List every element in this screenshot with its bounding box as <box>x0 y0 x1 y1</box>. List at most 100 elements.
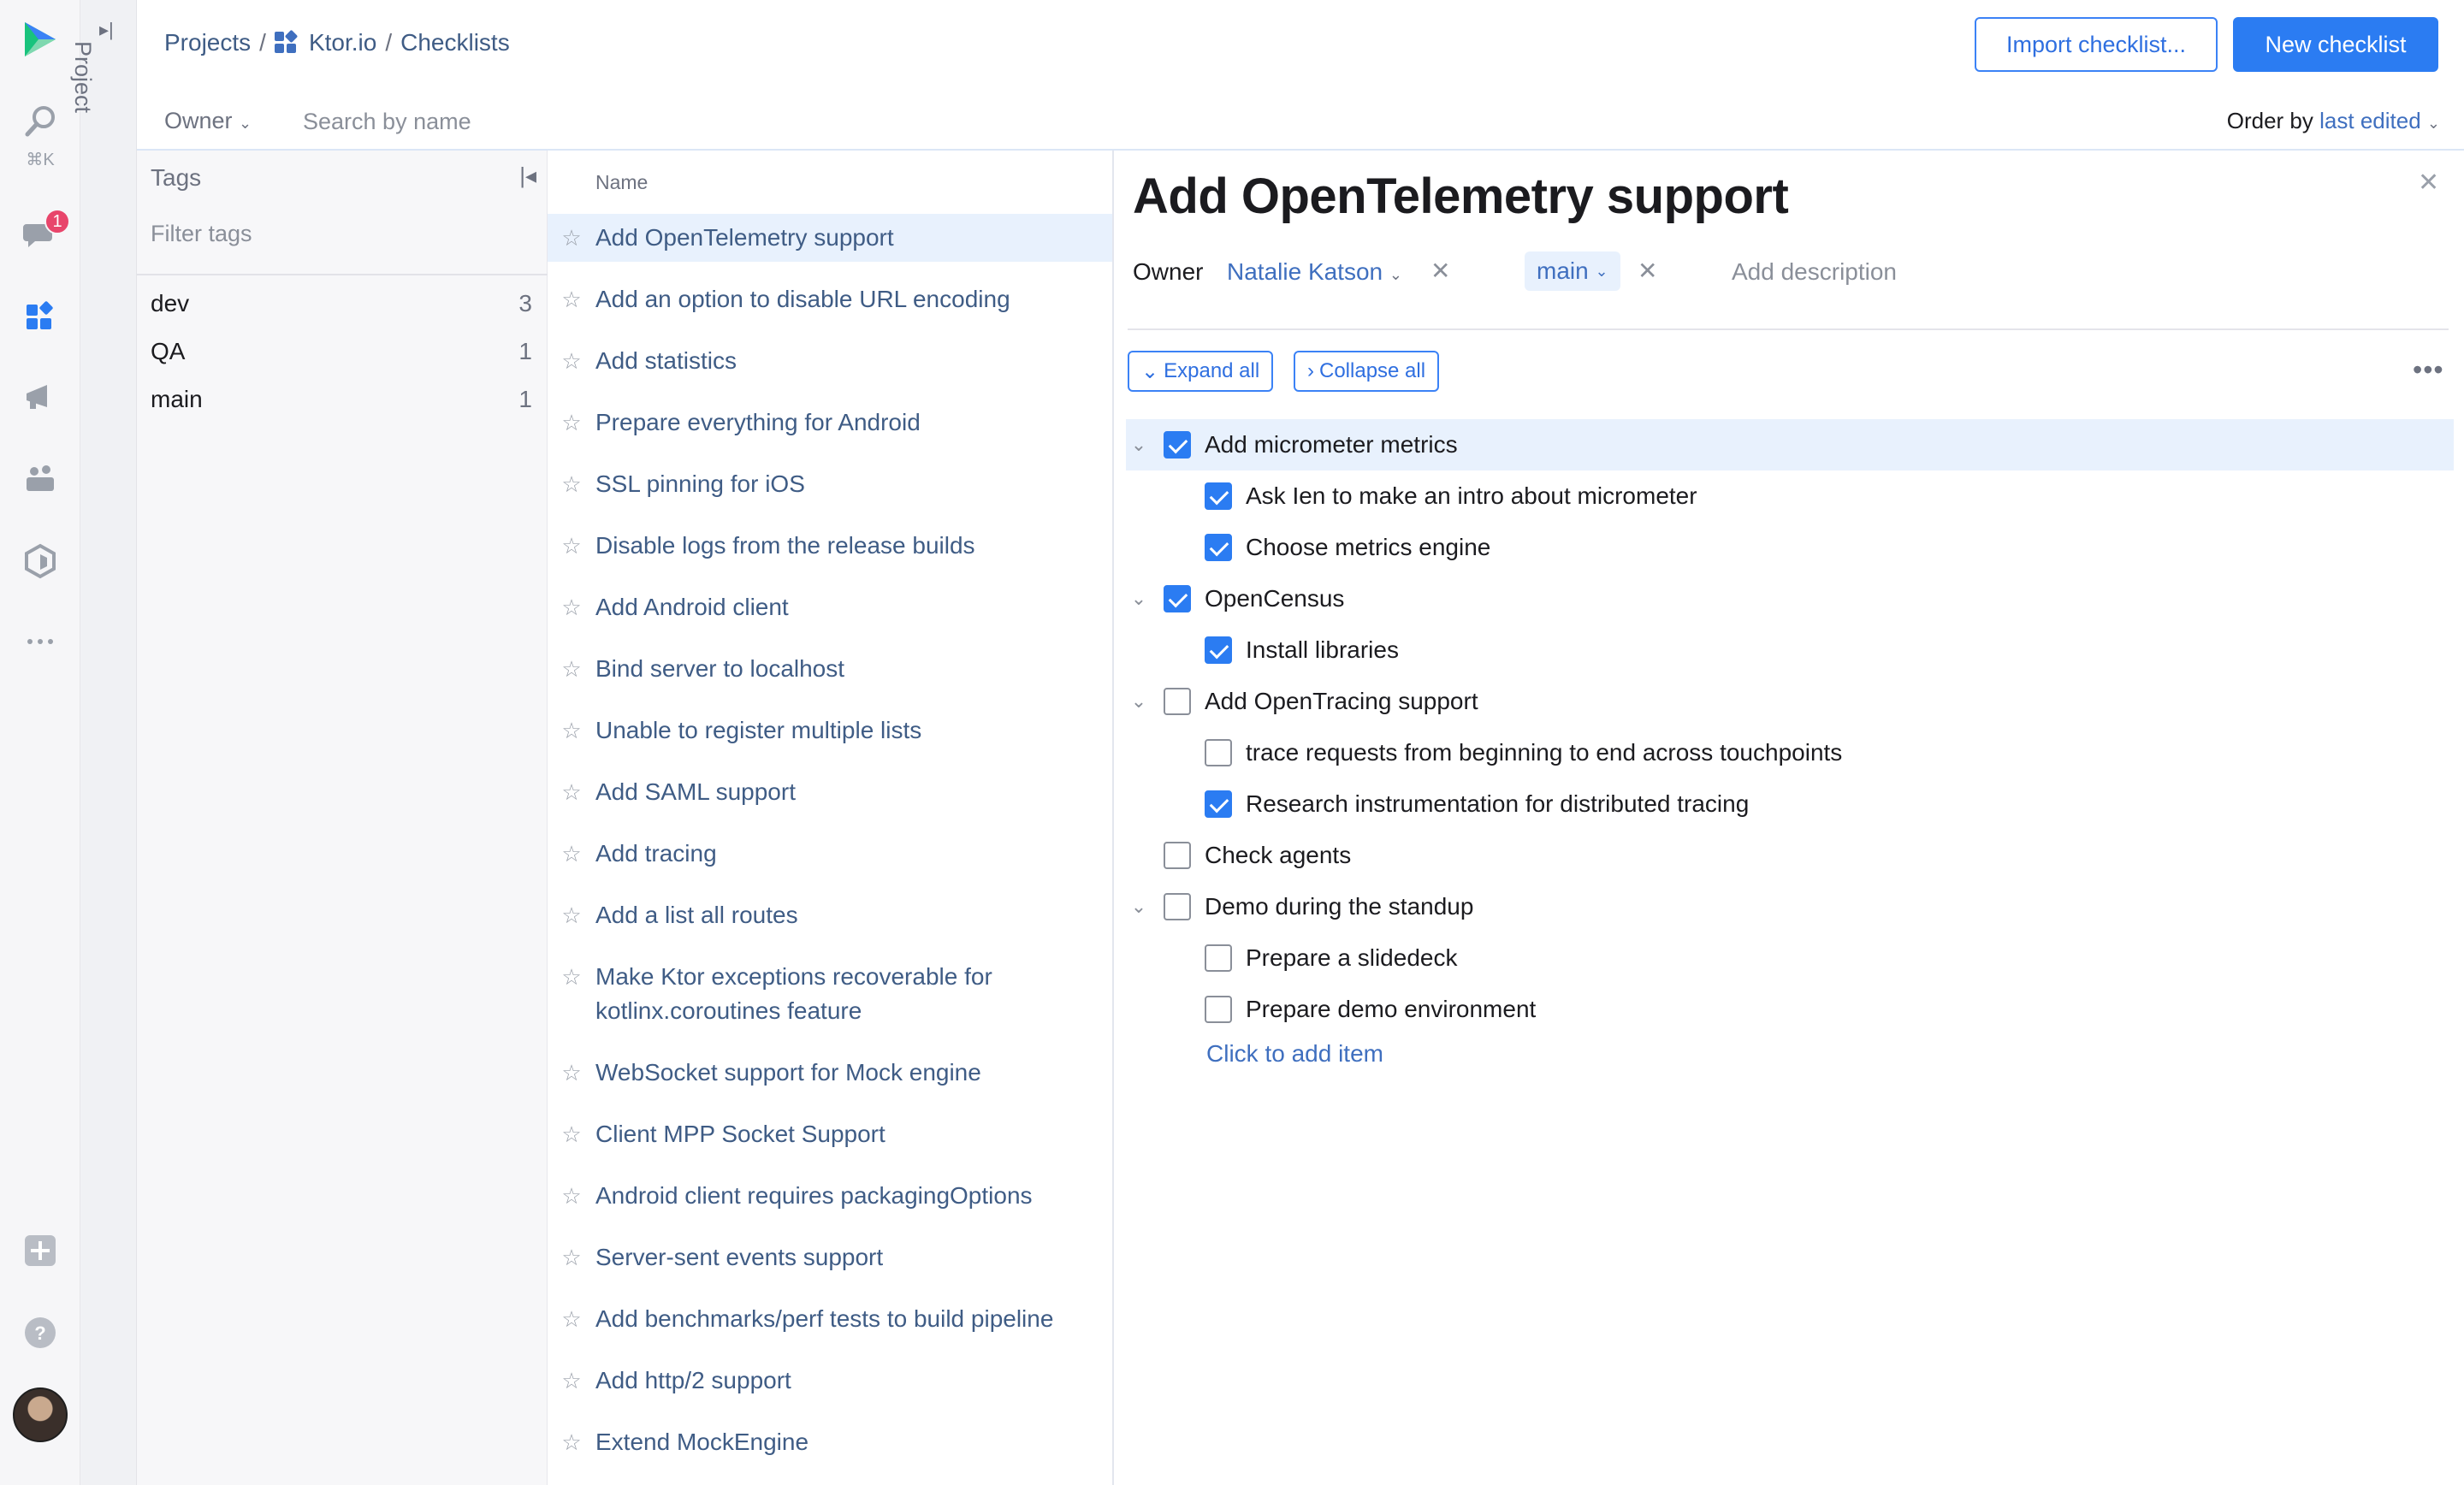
checklist-row[interactable]: ☆ WebSocket support for Mock engine <box>548 1056 1112 1090</box>
star-icon[interactable]: ☆ <box>548 1179 595 1213</box>
checklist-item[interactable]: ⌄ Add OpenTracing support <box>1126 676 2454 727</box>
space-logo-icon[interactable] <box>15 14 66 65</box>
item-checkbox[interactable] <box>1164 842 1191 869</box>
user-avatar[interactable] <box>13 1387 68 1442</box>
checklist-row[interactable]: ☆ Add tracing <box>548 837 1112 871</box>
checklist-item[interactable]: ⌄ Add micrometer metrics <box>1126 419 2454 470</box>
remove-tag-icon[interactable]: ✕ <box>1638 257 1657 285</box>
checklist-item[interactable]: Check agents <box>1126 830 2454 881</box>
more-icon[interactable] <box>15 616 66 667</box>
checklist-row[interactable]: ☆ Add Android client <box>548 590 1112 624</box>
checklist-item[interactable]: Ask Ien to make an intro about micromete… <box>1126 470 2454 522</box>
add-item-link[interactable]: Click to add item <box>1206 1040 1383 1068</box>
checklist-row[interactable]: ☆ Add an option to disable URL encoding <box>548 282 1112 317</box>
checklist-row[interactable]: ☆ Add benchmarks/perf tests to build pipe… <box>548 1302 1112 1336</box>
checklist-row[interactable]: ☆ Add http/2 support <box>548 1364 1112 1398</box>
project-strip-label[interactable]: Project <box>69 41 96 113</box>
chevron-down-icon[interactable]: ⌄ <box>1126 434 1152 456</box>
announcements-icon[interactable] <box>15 371 66 423</box>
star-icon[interactable]: ☆ <box>548 898 595 932</box>
owner-filter-dropdown[interactable]: Owner ⌄ <box>164 108 252 134</box>
checklist-row[interactable]: ☆ Bind server to localhost <box>548 652 1112 686</box>
item-checkbox[interactable] <box>1205 534 1232 561</box>
tag-item[interactable]: QA 1 <box>151 330 532 373</box>
expand-all-button[interactable]: ⌄ Expand all <box>1128 351 1274 392</box>
checklist-item[interactable]: trace requests from beginning to end acr… <box>1126 727 2454 778</box>
star-icon[interactable]: ☆ <box>548 713 595 748</box>
checklist-item[interactable]: Prepare demo environment <box>1126 984 2454 1035</box>
item-checkbox[interactable] <box>1205 482 1232 510</box>
expand-sidebar-icon[interactable]: ▸| <box>99 19 114 41</box>
star-icon[interactable]: ☆ <box>548 775 595 809</box>
tag-chip[interactable]: main ⌄ <box>1525 251 1620 291</box>
checklist-item[interactable]: ⌄ OpenCensus <box>1126 573 2454 624</box>
project-sidebar-strip[interactable]: ▸| <box>80 0 137 1485</box>
checklist-item[interactable]: Choose metrics engine <box>1126 522 2454 573</box>
remove-owner-icon[interactable]: ✕ <box>1430 257 1450 285</box>
checklist-row[interactable]: ☆ Disable logs from the release builds <box>548 529 1112 563</box>
checklist-title[interactable]: Add OpenTelemetry support <box>1133 168 1789 225</box>
checklist-row[interactable]: ☆ Add a list all routes <box>548 898 1112 932</box>
checklist-item[interactable]: Install libraries <box>1126 624 2454 676</box>
star-icon[interactable]: ☆ <box>548 837 595 871</box>
checklist-item[interactable]: Prepare a slidedeck <box>1126 932 2454 984</box>
order-by-control[interactable]: Order by last edited ⌄ <box>2227 108 2440 134</box>
item-checkbox[interactable] <box>1205 996 1232 1023</box>
tags-filter-input[interactable] <box>151 221 527 247</box>
star-icon[interactable]: ☆ <box>548 1117 595 1151</box>
star-icon[interactable]: ☆ <box>548 467 595 501</box>
checklist-row[interactable]: ☆ Client MPP Socket Support <box>548 1117 1112 1151</box>
import-checklist-button[interactable]: Import checklist... <box>1975 17 2218 72</box>
item-checkbox[interactable] <box>1164 688 1191 715</box>
item-checkbox[interactable] <box>1205 944 1232 972</box>
item-checkbox[interactable] <box>1205 739 1232 766</box>
tag-item[interactable]: main 1 <box>151 378 532 421</box>
search-icon[interactable] <box>15 96 66 147</box>
description-field[interactable]: Add description <box>1732 258 1897 286</box>
star-icon[interactable]: ☆ <box>548 1056 595 1090</box>
checklist-item[interactable]: ⌄ Demo during the standup <box>1126 881 2454 932</box>
name-column-header[interactable]: Name <box>595 171 648 194</box>
checklist-row[interactable]: ☆ Add SAML support <box>548 775 1112 809</box>
team-icon[interactable] <box>15 453 66 505</box>
checklist-row[interactable]: ☆ SSL pinning for iOS <box>548 467 1112 501</box>
item-checkbox[interactable] <box>1164 431 1191 459</box>
star-icon[interactable]: ☆ <box>548 221 595 255</box>
checklist-row[interactable]: ☆ Unable to register multiple lists <box>548 713 1112 748</box>
item-checkbox[interactable] <box>1164 893 1191 920</box>
checklist-row[interactable]: ☆ Android client requires packagingOption… <box>548 1179 1112 1213</box>
projects-icon[interactable] <box>15 291 66 342</box>
packages-icon[interactable] <box>15 535 66 587</box>
checklist-row[interactable]: ☆ Extend MockEngine <box>548 1425 1112 1459</box>
breadcrumb-projects[interactable]: Projects <box>164 29 251 56</box>
star-icon[interactable]: ☆ <box>548 1364 595 1398</box>
tag-item[interactable]: dev 3 <box>151 282 532 325</box>
star-icon[interactable]: ☆ <box>548 652 595 686</box>
breadcrumb-checklists[interactable]: Checklists <box>400 29 510 56</box>
help-icon[interactable]: ? <box>15 1307 66 1358</box>
search-input[interactable] <box>303 103 645 140</box>
checklist-row[interactable]: ☆ Server-sent events support <box>548 1240 1112 1275</box>
star-icon[interactable]: ☆ <box>548 282 595 317</box>
checklist-row[interactable]: ☆ Add OpenTelemetry support <box>548 214 1112 262</box>
star-icon[interactable]: ☆ <box>548 1240 595 1275</box>
breadcrumb-project[interactable]: Ktor.io <box>309 29 376 56</box>
collapse-all-button[interactable]: › Collapse all <box>1294 351 1440 392</box>
star-icon[interactable]: ☆ <box>548 529 595 563</box>
checklist-row[interactable]: ☆ Add statistics <box>548 344 1112 378</box>
star-icon[interactable]: ☆ <box>548 590 595 624</box>
star-icon[interactable]: ☆ <box>548 405 595 440</box>
new-checklist-button[interactable]: New checklist <box>2233 17 2438 72</box>
star-icon[interactable]: ☆ <box>548 1425 595 1459</box>
checklist-item[interactable]: Research instrumentation for distributed… <box>1126 778 2454 830</box>
checklist-row[interactable]: ☆ Make Ktor exceptions recoverable for ko… <box>548 960 1112 1028</box>
item-checkbox[interactable] <box>1205 636 1232 664</box>
chevron-down-icon[interactable]: ⌄ <box>1126 896 1152 918</box>
chevron-down-icon[interactable]: ⌄ <box>1126 690 1152 713</box>
chevron-down-icon[interactable]: ⌄ <box>1126 588 1152 610</box>
checklist-row[interactable]: ☆ Prepare everything for Android <box>548 405 1112 440</box>
owner-selector[interactable]: Natalie Katson ⌄ <box>1227 258 1402 286</box>
item-checkbox[interactable] <box>1205 790 1232 818</box>
star-icon[interactable]: ☆ <box>548 960 595 994</box>
more-options-icon[interactable]: ••• <box>2413 354 2444 386</box>
